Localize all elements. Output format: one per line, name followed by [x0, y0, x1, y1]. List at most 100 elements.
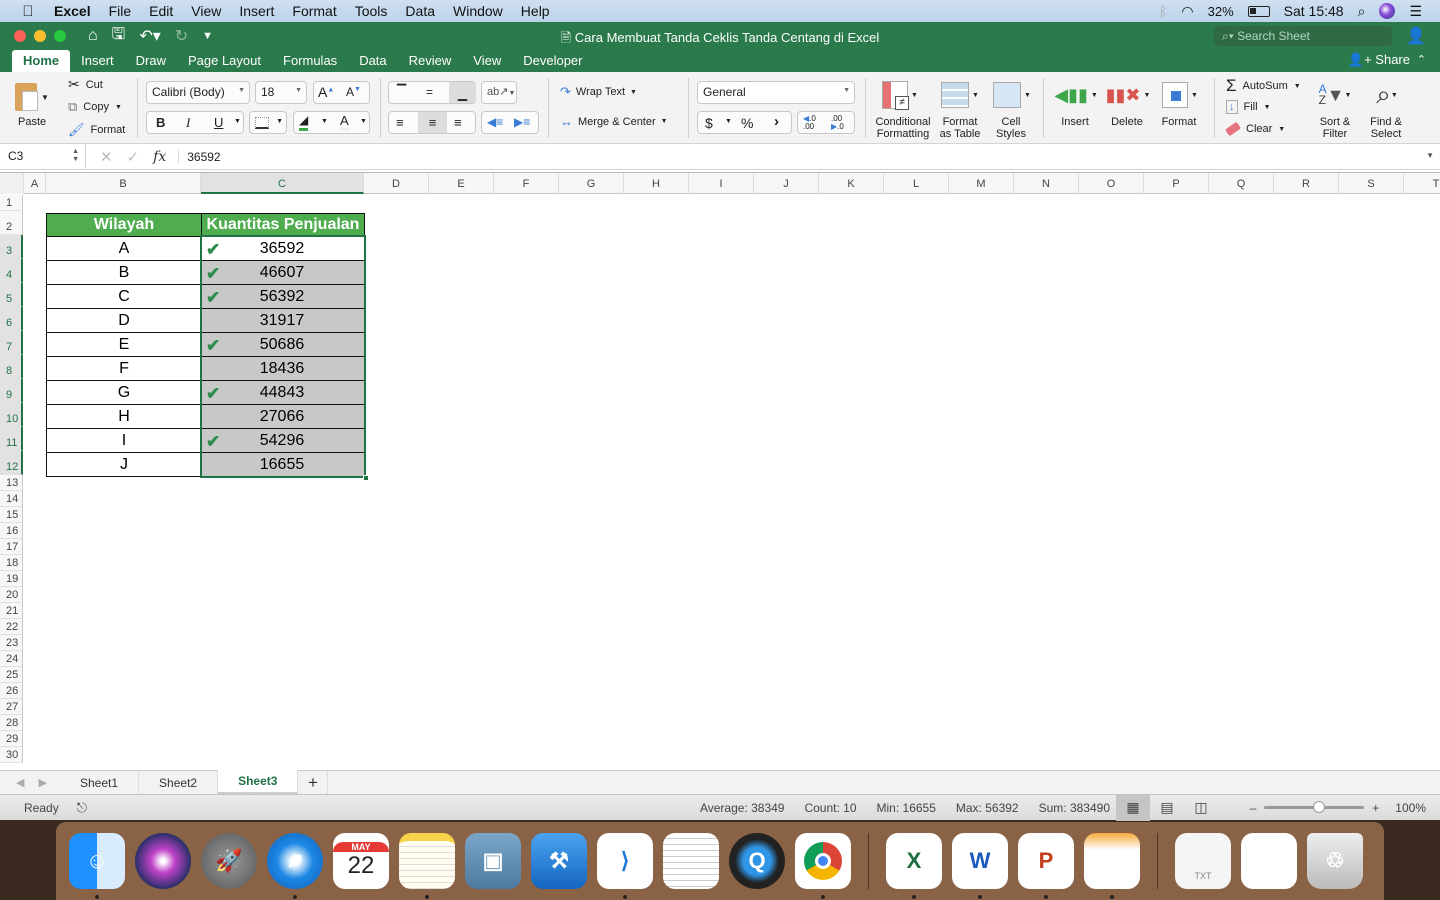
font-color-icon[interactable]: A	[340, 113, 349, 131]
decrease-font-size-icon[interactable]: A▼	[346, 85, 361, 99]
cell-qty[interactable]: 16655	[201, 452, 365, 477]
underline-button[interactable]: U	[214, 115, 223, 130]
spreadsheet-grid[interactable]: ABCDEFGHIJKLMNOPQRST 1 2 3 4 5 6 7 8 9 10 11 12 13 14…	[0, 172, 1440, 770]
tab-developer[interactable]: Developer	[512, 50, 593, 72]
row-header-20[interactable]: 20	[0, 587, 23, 603]
row-header-2[interactable]: 2	[0, 211, 23, 235]
header-wilayah[interactable]: Wilayah	[46, 213, 202, 237]
row-header-28[interactable]: 28	[0, 715, 23, 731]
align-bottom-icon[interactable]: ▁	[449, 82, 476, 103]
delete-cells-button[interactable]: ▮▮✖ ▼	[1104, 78, 1152, 112]
column-header-i[interactable]: I	[689, 173, 754, 194]
cell-wilayah[interactable]: A	[46, 236, 202, 261]
row-header-13[interactable]: 13	[0, 475, 23, 491]
name-box[interactable]: C3 ▲ ▼	[0, 143, 86, 170]
menu-format[interactable]: Format	[292, 3, 336, 19]
row-header-8[interactable]: 8	[0, 355, 23, 379]
spotlight-icon[interactable]: ⌕	[1358, 3, 1366, 20]
column-header-e[interactable]: E	[429, 173, 494, 194]
documents-stack-icon[interactable]: ≡	[1241, 833, 1297, 889]
xcode-icon[interactable]: ⚒	[531, 833, 587, 889]
row-header-16[interactable]: 16	[0, 523, 23, 539]
column-header-t[interactable]: T	[1404, 173, 1440, 194]
column-header-l[interactable]: L	[884, 173, 949, 194]
format-painter-button[interactable]: 🖌 Format	[68, 122, 125, 138]
undo-icon[interactable]: ↶▾	[139, 26, 160, 46]
expand-formula-bar-icon[interactable]: ▼	[1426, 151, 1434, 160]
column-header-c[interactable]: C	[201, 173, 364, 194]
row-header-27[interactable]: 27	[0, 699, 23, 715]
macro-record-icon[interactable]: ⎋	[77, 800, 87, 816]
cell-qty[interactable]: 36592 ✔	[201, 236, 365, 261]
row-header-29[interactable]: 29	[0, 731, 23, 747]
row-header-4[interactable]: 4	[0, 259, 23, 283]
cut-button[interactable]: ✂ Cut	[68, 76, 103, 93]
cell-qty[interactable]: 50686 ✔	[201, 332, 365, 357]
cell-wilayah[interactable]: J	[46, 452, 202, 477]
search-sheet-input[interactable]: ⌕▾ Search Sheet	[1214, 26, 1392, 46]
row-header-9[interactable]: 9	[0, 379, 23, 403]
tab-page-layout[interactable]: Page Layout	[177, 50, 272, 72]
align-right-icon[interactable]: ≡	[454, 115, 462, 130]
row-header-15[interactable]: 15	[0, 507, 23, 523]
zoom-slider-thumb[interactable]	[1313, 801, 1326, 813]
column-header-b[interactable]: B	[46, 173, 201, 194]
launchpad-icon[interactable]: 🚀	[201, 833, 257, 889]
insert-cells-button[interactable]: ◀▮▮ ▼	[1052, 78, 1100, 112]
cell-qty[interactable]: 46607 ✔	[201, 260, 365, 285]
currency-button[interactable]: $	[705, 115, 713, 131]
tab-insert[interactable]: Insert	[70, 50, 125, 72]
row-header-1[interactable]: 1	[0, 195, 23, 211]
menu-data[interactable]: Data	[405, 3, 435, 19]
notes-icon[interactable]	[399, 833, 455, 899]
cell-qty[interactable]: 56392 ✔	[201, 284, 365, 309]
tab-draw[interactable]: Draw	[125, 50, 177, 72]
fill-button[interactable]: ↓ Fill ▼	[1226, 100, 1271, 114]
fill-handle[interactable]	[363, 475, 369, 481]
decrease-indent-icon[interactable]: ◀≡	[487, 115, 503, 129]
prev-sheet-icon[interactable]: ◀	[16, 776, 24, 789]
row-header-10[interactable]: 10	[0, 403, 23, 427]
apple-menu-icon[interactable]: 	[14, 3, 42, 20]
wrap-text-button[interactable]: ↷ Wrap Text ▼	[560, 84, 637, 100]
percent-button[interactable]: %	[741, 115, 753, 131]
cell-wilayah[interactable]: D	[46, 308, 202, 333]
cell-wilayah[interactable]: I	[46, 428, 202, 453]
column-header-p[interactable]: P	[1144, 173, 1209, 194]
row-header-19[interactable]: 19	[0, 571, 23, 587]
column-header-n[interactable]: N	[1014, 173, 1079, 194]
row-header-21[interactable]: 21	[0, 603, 23, 619]
increase-decimal-icon[interactable]: ◀.0.00	[803, 115, 816, 131]
clear-button[interactable]: Clear ▼	[1224, 121, 1285, 137]
enter-icon[interactable]: ✓	[127, 148, 140, 166]
cell-qty[interactable]: 18436	[201, 356, 365, 381]
comma-style-button[interactable]: ›	[774, 113, 779, 130]
column-header-a[interactable]: A	[24, 173, 46, 194]
menu-file[interactable]: File	[109, 3, 132, 19]
format-cells-button[interactable]: ▼	[1156, 78, 1204, 112]
txt-file-icon[interactable]: TXT	[1175, 833, 1231, 889]
finder-icon[interactable]: ☺	[69, 833, 125, 899]
column-header-k[interactable]: K	[819, 173, 884, 194]
formula-input[interactable]: 36592	[178, 149, 221, 164]
row-header-5[interactable]: 5	[0, 283, 23, 307]
column-header-r[interactable]: R	[1274, 173, 1339, 194]
quicktime-icon[interactable]: Q	[729, 833, 785, 889]
number-format-select[interactable]: General ▼	[697, 81, 855, 104]
name-box-stepper-icon[interactable]: ▲ ▼	[72, 148, 79, 164]
cell-qty[interactable]: 44843 ✔	[201, 380, 365, 405]
merge-center-button[interactable]: ↔ Merge & Center ▼	[560, 114, 668, 129]
row-header-22[interactable]: 22	[0, 619, 23, 635]
orientation-button[interactable]: ab↗▼	[481, 81, 517, 104]
next-sheet-icon[interactable]: ▶	[38, 776, 46, 789]
insert-function-button[interactable]: fx	[153, 149, 166, 165]
row-header-18[interactable]: 18	[0, 555, 23, 571]
sheet-tab-sheet2[interactable]: Sheet2	[139, 771, 219, 794]
tab-view[interactable]: View	[462, 50, 512, 72]
home-icon[interactable]: ⌂	[88, 27, 98, 45]
autosum-button[interactable]: Σ AutoSum ▼	[1226, 76, 1301, 96]
cell-qty[interactable]: 31917	[201, 308, 365, 333]
collapse-ribbon-icon[interactable]: ⌃	[1417, 53, 1426, 66]
page-break-view-icon[interactable]: ◫	[1184, 795, 1218, 821]
menu-insert[interactable]: Insert	[239, 3, 274, 19]
